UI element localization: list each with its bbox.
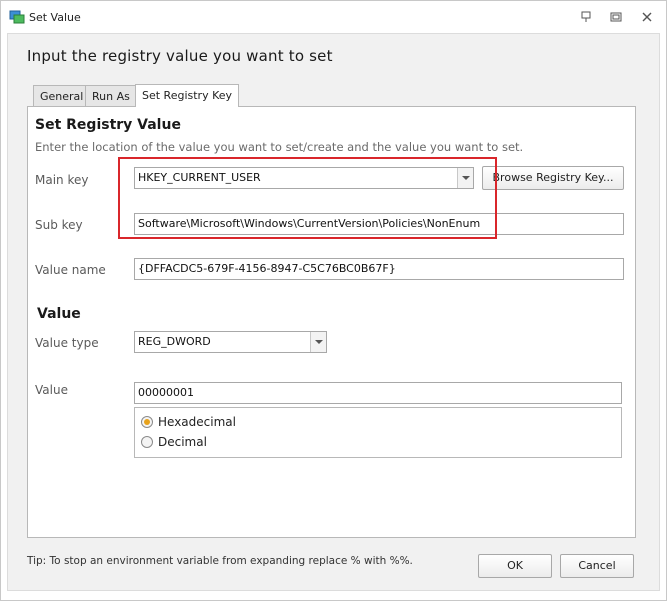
main-key-value: HKEY_CURRENT_USER xyxy=(138,171,261,184)
sub-key-input[interactable]: Software\Microsoft\Windows\CurrentVersio… xyxy=(134,213,624,235)
value-type-combobox[interactable]: REG_DWORD xyxy=(134,331,327,353)
pin-icon[interactable] xyxy=(579,11,593,23)
chevron-down-icon[interactable] xyxy=(457,168,473,188)
cancel-button[interactable]: Cancel xyxy=(560,554,634,578)
registry-app-icon xyxy=(9,10,25,24)
value-name-input[interactable]: {DFFACDC5-679F-4156-8947-C5C76BC0B67F} xyxy=(134,258,624,280)
ok-button[interactable]: OK xyxy=(478,554,552,578)
hexadecimal-label: Hexadecimal xyxy=(158,415,236,429)
chevron-down-icon[interactable] xyxy=(310,332,326,352)
section-title-set-registry-value: Set Registry Value xyxy=(35,117,181,133)
hexadecimal-radio[interactable]: Hexadecimal xyxy=(141,415,236,429)
section-title-value: Value xyxy=(37,306,81,322)
main-key-label: Main key xyxy=(35,173,89,187)
browse-registry-key-button[interactable]: Browse Registry Key... xyxy=(482,166,624,190)
section-description: Enter the location of the value you want… xyxy=(35,140,524,154)
close-icon[interactable] xyxy=(640,11,654,23)
set-value-window: Set Value Input the registry value you w… xyxy=(0,0,667,601)
value-input[interactable]: 00000001 xyxy=(134,382,622,404)
radio-selected-icon xyxy=(141,416,153,428)
tab-run-as[interactable]: Run As xyxy=(85,85,137,107)
value-type-value: REG_DWORD xyxy=(138,335,211,348)
value-name-label: Value name xyxy=(35,263,106,277)
decimal-label: Decimal xyxy=(158,435,207,449)
dialog-heading: Input the registry value you want to set xyxy=(27,47,333,65)
value-label: Value xyxy=(35,383,68,397)
tip-text: Tip: To stop an environment variable fro… xyxy=(27,555,413,567)
tab-general[interactable]: General xyxy=(33,85,91,107)
decimal-radio[interactable]: Decimal xyxy=(141,435,207,449)
tab-set-registry-key[interactable]: Set Registry Key xyxy=(135,84,240,107)
title-bar: Set Value xyxy=(1,1,666,33)
restore-icon[interactable] xyxy=(609,11,623,23)
value-type-label: Value type xyxy=(35,336,99,350)
main-key-combobox[interactable]: HKEY_CURRENT_USER xyxy=(134,167,474,189)
sub-key-label: Sub key xyxy=(35,218,83,232)
radio-unselected-icon xyxy=(141,436,153,448)
window-title: Set Value xyxy=(29,11,81,24)
